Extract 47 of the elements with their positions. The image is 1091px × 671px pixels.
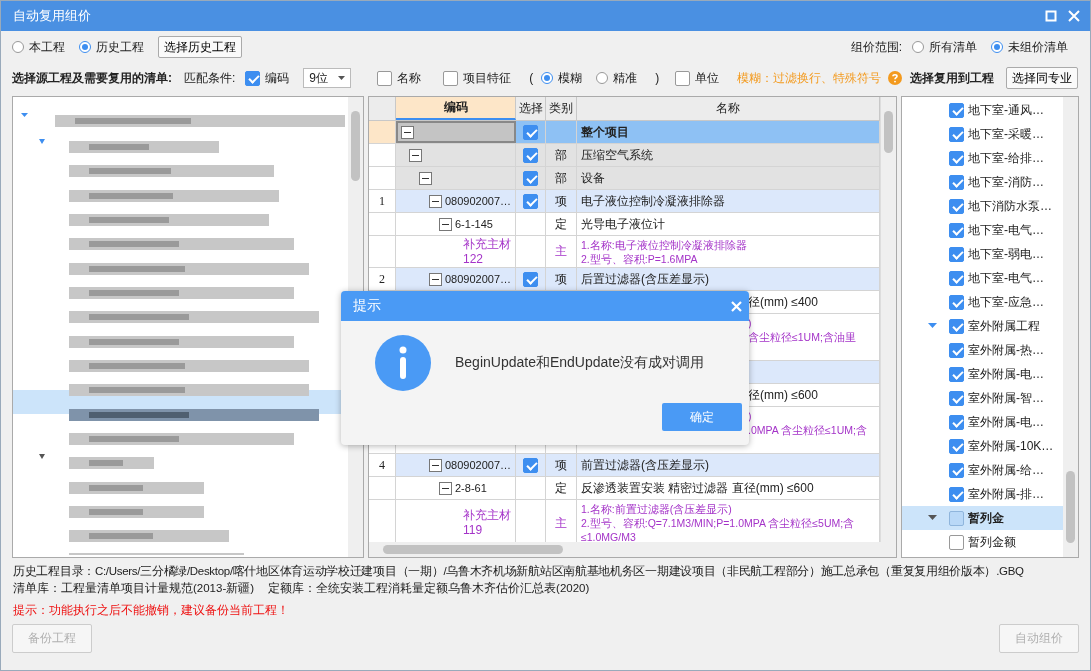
source-heading: 选择源工程及需要复用的清单: [12,69,172,87]
code-text: 2-8-61 [455,482,487,494]
name-text: 整个项目 [581,123,629,141]
list-library-text: 清单库：工程量清单项目计量规范(2013-新疆) [13,581,255,596]
hint-text: 模糊：过滤换行、特殊符号 [737,69,882,87]
spec-text: 1.名称:电子液位控制冷凝液排除器 [581,238,747,252]
code-text: 补充主材122 [463,236,512,267]
name-text: 设备 [581,169,605,187]
code-text: 080902007… [445,195,512,207]
type-text: 部 [555,169,567,187]
path-text: 历史工程目录：C:/Users/三分橘绿/Desktop/喀什地区体育运动学校迁建项目（一期）/乌鲁木齐机场新航站区南航基地机务区一期建设项目（非民航工程部分）施工总承包（重复复用组价版本）.GBQ [13,564,1025,579]
type-text: 主 [555,243,567,260]
code-text: 080902007… [445,273,512,285]
dialog-message: BeginUpdate和EndUpdate没有成对调用 [455,354,704,372]
match-label: 匹配条件: [184,69,236,87]
name-text: 压缩空气系统 [581,146,653,164]
paren-text: ) [655,71,660,85]
name-text: 径(mm) ≤400 [748,293,818,311]
type-text: 主 [555,514,567,532]
name-text: 前置过滤器(含压差显示) [581,456,709,474]
spec-text: 2.型号、容积:Q=7.1M3/MIN;P=1.0MPA 含尘粒径≤5UM;含 [581,516,855,530]
type-text: 定 [555,479,567,497]
name-text: 电子液位控制冷凝液排除器 [581,192,725,210]
quota-library-text: 定额库：全统安装工程消耗量定额乌鲁木齐估价汇总表(2020) [268,581,590,596]
code-text: 补充主材119 [463,508,512,538]
code-text: 080902007… [445,459,512,471]
type-text: 部 [555,146,567,164]
scope-label: 组价范围: [850,38,902,56]
name-text: 光导电子液位计 [581,215,665,233]
dialog-title: 提示 [353,297,381,315]
type-text: 项 [555,270,567,288]
spec-text: .0MPA 含尘粒径≤1UM;含 [748,423,867,437]
code-text: 6-1-145 [455,218,493,230]
target-heading: 选择复用到工程 [910,69,995,87]
warning-text: 提示：功能执行之后不能撤销，建议备份当前工程！ [13,603,290,618]
spec-text: ≤1.0MG/M3 [581,530,637,542]
type-text: 项 [555,192,567,210]
window-title: 自动复用组价 [13,7,92,25]
paren-text: ( [529,71,534,85]
name-text: 径(mm) ≤600 [748,386,818,404]
name-text: 反渗透装置安装 精密过滤器 直径(mm) ≤600 [581,479,814,497]
spec-text: 1.名称:前置过滤器(含压差显示) [581,502,733,516]
name-text: 后置过滤器(含压差显示) [581,270,709,288]
type-text: 项 [555,456,567,474]
type-text: 定 [555,215,567,233]
spec-text: 2.型号、容积:P=1.6MPA [581,252,699,266]
spec-text: 含尘粒径≤1UM;含油里 [748,330,856,344]
